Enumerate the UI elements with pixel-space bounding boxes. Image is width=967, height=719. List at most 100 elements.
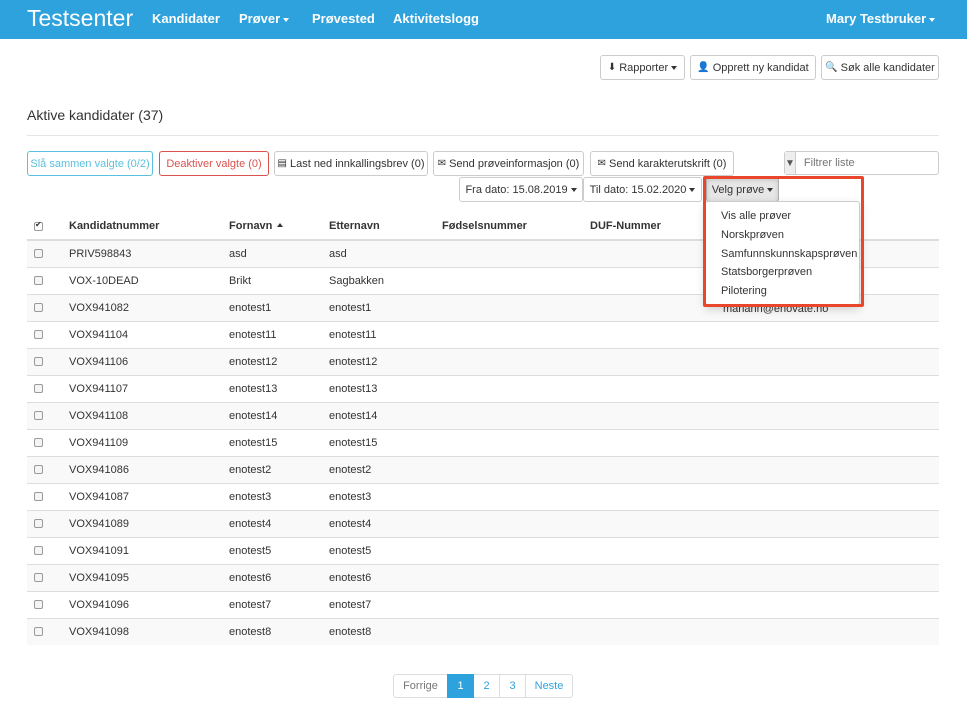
user-menu[interactable]: Mary Testbruker <box>826 11 936 26</box>
select-all-checkbox[interactable] <box>34 220 43 231</box>
chevron-down-icon <box>671 65 678 70</box>
nav-prover-label: Prøver <box>239 11 281 26</box>
merge-selected-button[interactable]: Slå sammen valgte (0/2) <box>27 151 153 176</box>
table-row[interactable]: VOX941098 enotest8 enotest8 <box>27 617 939 645</box>
table-row[interactable]: VOX941096 enotest7 enotest7 <box>27 590 939 618</box>
row-checkbox[interactable] <box>34 546 43 556</box>
new-candidate-button[interactable]: 👤 Opprett ny kandidat <box>690 55 816 80</box>
nav-aktivitetslogg[interactable]: Aktivitetslogg <box>393 11 479 26</box>
cell-etternavn: enotest8 <box>329 617 442 645</box>
nav-provested[interactable]: Prøvested <box>312 11 375 26</box>
cell-duf-nummer <box>590 374 939 402</box>
cell-kandidatnummer: VOX941108 <box>69 401 229 429</box>
chevron-down-icon <box>570 187 577 192</box>
cell-etternavn: asd <box>329 239 442 267</box>
header-fornavn[interactable]: Fornavn <box>229 213 329 241</box>
option-samfunnskunnskapsproven[interactable]: Samfunnskunnskapsprøven <box>721 248 857 260</box>
select-test-label: Velg prøve <box>711 183 765 196</box>
new-candidate-label: Opprett ny kandidat <box>712 61 809 74</box>
search-all-button[interactable]: 🔍 Søk alle kandidater <box>821 55 939 80</box>
cell-kandidatnummer: VOX941091 <box>69 536 229 564</box>
cell-fornavn: enotest8 <box>229 617 329 645</box>
cell-kandidatnummer: VOX941087 <box>69 482 229 510</box>
option-norskproven[interactable]: Norskprøven <box>721 229 784 241</box>
row-checkbox[interactable] <box>34 249 43 259</box>
send-grade-button[interactable]: ✉ Send karakterutskrift (0) <box>590 151 734 176</box>
table-row[interactable]: VOX941091 enotest5 enotest5 <box>27 536 939 564</box>
reports-button[interactable]: ⬇ Rapporter <box>600 55 685 80</box>
table-row[interactable]: VOX941104 enotest11 enotest11 <box>27 320 939 348</box>
row-checkbox[interactable] <box>34 330 43 340</box>
from-date-button[interactable]: Fra dato: 15.08.2019 <box>459 177 583 202</box>
search-icon: 🔍 <box>825 62 838 73</box>
divider <box>27 135 939 136</box>
cell-etternavn: enotest15 <box>329 428 442 456</box>
send-test-info-button[interactable]: ✉ Send prøveinformasjon (0) <box>433 151 584 176</box>
row-checkbox[interactable] <box>34 384 43 394</box>
row-checkbox[interactable] <box>34 276 43 286</box>
row-checkbox[interactable] <box>34 438 43 448</box>
deactivate-selected-button[interactable]: Deaktiver valgte (0) <box>159 151 269 176</box>
row-checkbox[interactable] <box>34 357 43 367</box>
download-letters-button[interactable]: ▤ Last ned innkallingsbrev (0) <box>274 151 428 176</box>
from-date-label: Fra dato: 15.08.2019 <box>465 183 568 196</box>
table-row[interactable]: VOX941086 enotest2 enotest2 <box>27 455 939 483</box>
cell-etternavn: enotest3 <box>329 482 442 510</box>
table-row[interactable]: VOX941109 enotest15 enotest15 <box>27 428 939 456</box>
nav-prover[interactable]: Prøver <box>239 11 290 26</box>
page-previous[interactable]: Forrige <box>393 674 448 698</box>
table-row[interactable]: VOX941095 enotest6 enotest6 <box>27 563 939 591</box>
option-pilotering[interactable]: Pilotering <box>721 285 767 297</box>
download-icon: ⬇ <box>607 62 617 73</box>
page-3[interactable]: 3 <box>499 674 526 698</box>
row-checkbox[interactable] <box>34 465 43 475</box>
cell-etternavn: Sagbakken <box>329 266 442 294</box>
cell-fornavn: enotest7 <box>229 590 329 618</box>
table-row[interactable]: VOX941106 enotest12 enotest12 <box>27 347 939 375</box>
row-checkbox[interactable] <box>34 411 43 421</box>
option-show-all-tests[interactable]: Vis alle prøver <box>721 210 791 222</box>
row-checkbox[interactable] <box>34 303 43 313</box>
cell-etternavn: enotest12 <box>329 347 442 375</box>
header-kandidatnummer[interactable]: Kandidatnummer <box>69 213 229 241</box>
brand-logo[interactable]: Testsenter <box>27 5 133 32</box>
row-checkbox[interactable] <box>34 573 43 583</box>
cell-kandidatnummer: VOX941107 <box>69 374 229 402</box>
cell-duf-nummer <box>590 455 939 483</box>
page-2[interactable]: 2 <box>473 674 500 698</box>
cell-fodselsnummer <box>442 590 590 618</box>
cell-kandidatnummer: VOX941095 <box>69 563 229 591</box>
table-row[interactable]: VOX941107 enotest13 enotest13 <box>27 374 939 402</box>
nav-kandidater[interactable]: Kandidater <box>152 11 220 26</box>
table-row[interactable]: VOX941087 enotest3 enotest3 <box>27 482 939 510</box>
row-checkbox[interactable] <box>34 627 43 637</box>
to-date-button[interactable]: Til dato: 15.02.2020 <box>583 177 702 202</box>
header-fodselsnummer[interactable]: Fødselsnummer <box>442 213 590 241</box>
cell-fornavn: enotest5 <box>229 536 329 564</box>
select-test-button[interactable]: Velg prøve <box>706 177 779 202</box>
filter-list-input[interactable] <box>795 152 954 174</box>
cell-kandidatnummer: VOX-10DEAD <box>69 266 229 294</box>
cell-fornavn: enotest4 <box>229 509 329 537</box>
cell-fornavn: enotest14 <box>229 401 329 429</box>
row-checkbox[interactable] <box>34 492 43 502</box>
cell-duf-nummer <box>590 590 939 618</box>
cell-fodselsnummer <box>442 401 590 429</box>
page-next[interactable]: Neste <box>525 674 573 698</box>
sort-ascending-icon <box>277 223 284 228</box>
option-statsborgerproven[interactable]: Statsborgerprøven <box>721 266 812 278</box>
file-icon: ▤ <box>277 158 287 169</box>
cell-duf-nummer <box>590 320 939 348</box>
cell-fodselsnummer <box>442 347 590 375</box>
row-checkbox[interactable] <box>34 519 43 529</box>
table-row[interactable]: VOX941108 enotest14 enotest14 <box>27 401 939 429</box>
cell-fornavn: enotest2 <box>229 455 329 483</box>
cell-fornavn: enotest3 <box>229 482 329 510</box>
header-etternavn[interactable]: Etternavn <box>329 213 442 241</box>
row-checkbox[interactable] <box>34 600 43 610</box>
cell-fodselsnummer <box>442 374 590 402</box>
add-user-icon: 👤 <box>697 62 710 73</box>
cell-fornavn: enotest13 <box>229 374 329 402</box>
table-row[interactable]: VOX941089 enotest4 enotest4 <box>27 509 939 537</box>
page-1[interactable]: 1 <box>447 674 474 698</box>
